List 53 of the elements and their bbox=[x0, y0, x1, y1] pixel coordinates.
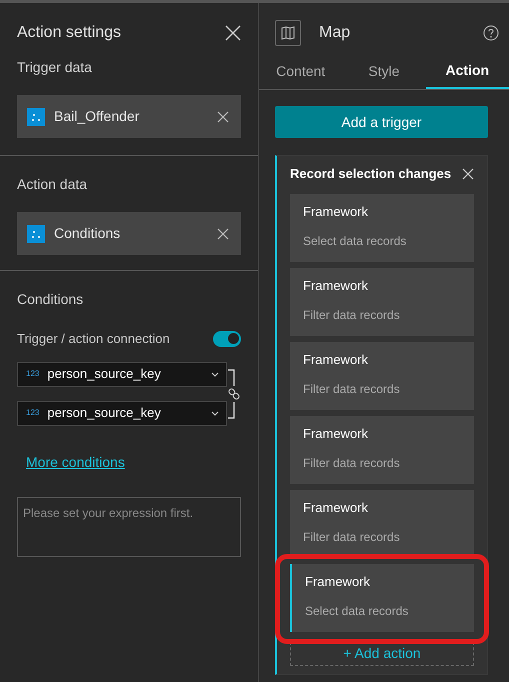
tab[interactable]: Action bbox=[426, 60, 509, 89]
map-icon bbox=[275, 20, 301, 46]
panel-title: Action settings bbox=[17, 23, 122, 43]
more-conditions-link[interactable]: More conditions bbox=[26, 452, 125, 472]
data-source-chip[interactable]: Bail_Offender bbox=[17, 95, 241, 138]
number-type-label: 123 bbox=[26, 368, 40, 380]
connection-label: Trigger / action connection bbox=[17, 330, 170, 348]
section-label: Trigger data bbox=[17, 58, 93, 77]
data-source-name: Bail_Offender bbox=[54, 107, 140, 126]
field-select[interactable]: 123 person_source_key bbox=[17, 362, 227, 386]
link-bracket-icon[interactable] bbox=[227, 368, 241, 418]
action-type: Filter data records bbox=[303, 307, 401, 324]
dataset-icon bbox=[27, 108, 45, 126]
tab[interactable]: Style bbox=[342, 60, 426, 89]
action-type: Select data records bbox=[305, 603, 410, 620]
action-type: Select data records bbox=[303, 233, 408, 250]
action-target: Framework bbox=[305, 572, 372, 590]
help-icon[interactable] bbox=[483, 25, 499, 41]
field-name: person_source_key bbox=[47, 365, 162, 384]
number-type-label: 123 bbox=[26, 407, 40, 419]
action-target: Framework bbox=[303, 202, 370, 220]
remove-icon[interactable] bbox=[462, 168, 474, 180]
field-select[interactable]: 123 person_source_key bbox=[17, 400, 227, 426]
action-card[interactable]: Framework Select data records bbox=[290, 564, 474, 632]
dataset-icon bbox=[27, 224, 45, 242]
action-target: Framework bbox=[303, 350, 370, 368]
expression-field[interactable]: Please set your expression first. bbox=[17, 496, 241, 556]
action-card[interactable]: Framework Filter data records bbox=[290, 342, 474, 410]
data-source-name: Conditions bbox=[54, 224, 122, 243]
section-label: Conditions bbox=[17, 290, 84, 309]
data-source-chip[interactable]: Conditions bbox=[17, 212, 241, 255]
action-card[interactable]: Framework Filter data records bbox=[290, 268, 474, 336]
add-action-button[interactable]: + Add action bbox=[290, 642, 474, 666]
close-icon[interactable] bbox=[224, 24, 242, 42]
action-card[interactable]: Framework Select data records bbox=[290, 194, 474, 262]
action-target: Framework bbox=[303, 424, 370, 442]
action-card[interactable]: Framework Filter data records bbox=[290, 416, 474, 484]
action-type: Filter data records bbox=[303, 455, 401, 472]
section-label: Action data bbox=[17, 175, 88, 194]
field-name: person_source_key bbox=[47, 404, 162, 422]
action-type: Filter data records bbox=[303, 381, 401, 398]
remove-icon[interactable] bbox=[217, 228, 229, 240]
trigger-title: Record selection changes bbox=[290, 165, 452, 183]
add-trigger-button[interactable]: Add a trigger bbox=[275, 106, 488, 138]
chevron-down-icon bbox=[211, 372, 219, 376]
widget-title: Map bbox=[319, 23, 352, 43]
action-target: Framework bbox=[303, 276, 370, 294]
remove-icon[interactable] bbox=[217, 110, 229, 122]
action-target: Framework bbox=[303, 498, 370, 516]
action-type: Filter data records bbox=[303, 529, 401, 546]
chevron-down-icon bbox=[211, 410, 219, 416]
tab[interactable]: Content bbox=[259, 60, 342, 89]
connection-toggle[interactable] bbox=[213, 330, 241, 347]
